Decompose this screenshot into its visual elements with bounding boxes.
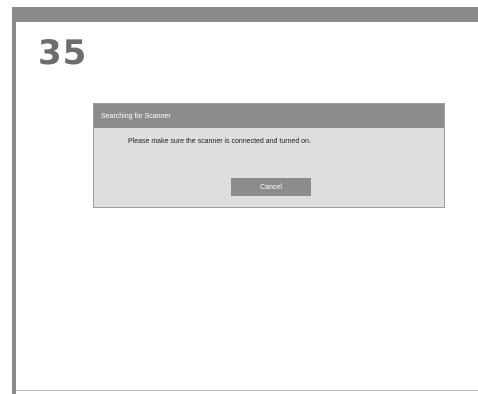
screen: 35 Searching for Scanner Please make sur… — [0, 0, 478, 394]
dialog-header: Searching for Scanner — [94, 104, 444, 128]
bottom-divider — [16, 390, 478, 391]
dialog-message: Please make sure the scanner is connecte… — [128, 138, 311, 145]
searching-dialog: Searching for Scanner Please make sure t… — [93, 103, 445, 208]
page-number: 35 — [38, 33, 88, 73]
top-frame-bar — [12, 7, 478, 22]
cancel-button[interactable]: Cancel — [231, 178, 311, 196]
dialog-title: Searching for Scanner — [101, 112, 171, 120]
